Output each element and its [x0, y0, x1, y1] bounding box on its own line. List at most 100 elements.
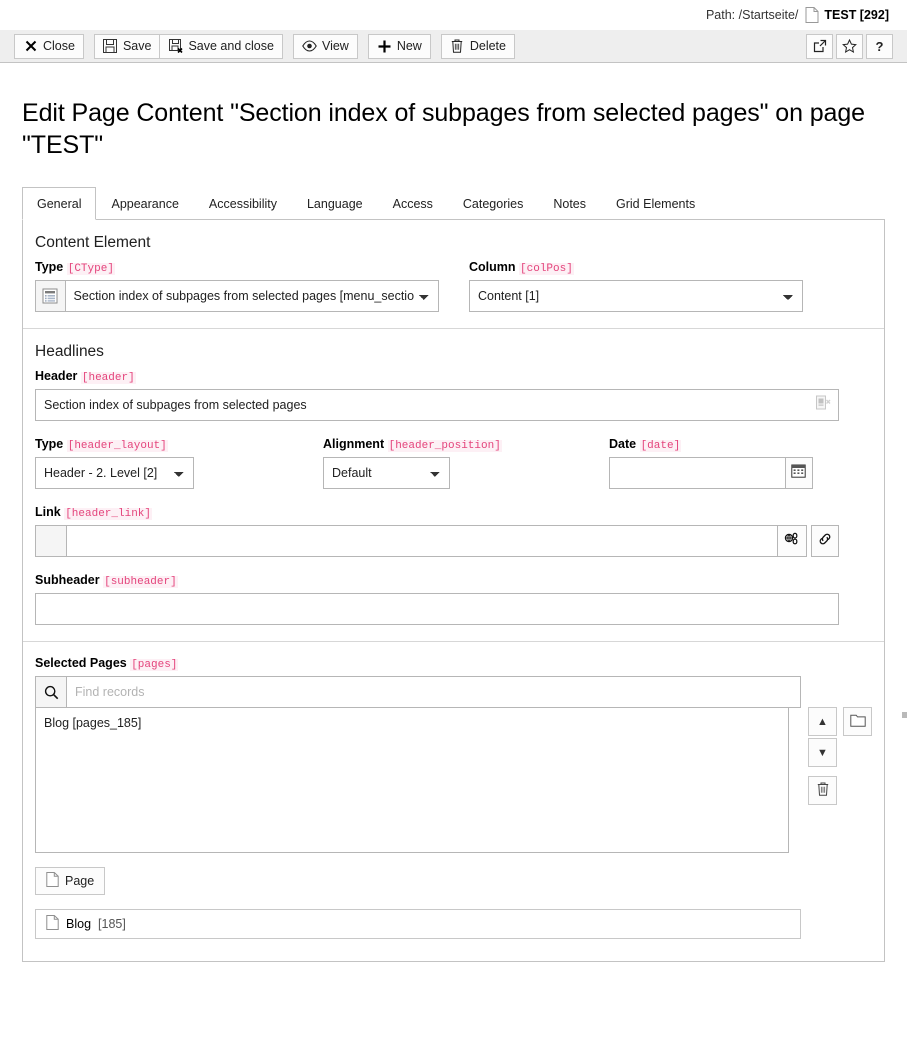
view-button[interactable]: View — [293, 34, 358, 59]
bookmark-button[interactable] — [836, 34, 863, 59]
header-position-select[interactable]: Default — [323, 457, 450, 489]
open-external-icon — [812, 39, 827, 54]
save-and-close-button[interactable]: Save and close — [159, 34, 282, 59]
subheader-input[interactable] — [35, 593, 839, 625]
date-input-group — [609, 457, 813, 489]
close-button-group: Close — [14, 34, 84, 59]
field-header-layout: Type [header_layout] Header - 2. Level [… — [35, 437, 323, 489]
path-record-title: TEST [292] — [824, 8, 889, 22]
selected-pages-listbox[interactable]: Blog [pages_185] — [35, 707, 789, 853]
tab-label: Categories — [463, 197, 523, 211]
add-page-button[interactable]: Page — [35, 867, 105, 895]
save-and-close-icon — [168, 39, 183, 54]
move-down-button[interactable]: ▼ — [808, 738, 837, 767]
eye-icon — [302, 39, 317, 54]
tab-accessibility[interactable]: Accessibility — [194, 187, 292, 220]
arrow-down-icon: ▼ — [817, 747, 828, 759]
selected-pages-browse-controls — [843, 707, 872, 853]
header-link-label-text: Link — [35, 505, 61, 519]
docheader-right-buttons: ? — [806, 34, 893, 59]
tab-access[interactable]: Access — [378, 187, 448, 220]
browse-records-button[interactable] — [843, 707, 872, 736]
header-link-input-group — [35, 525, 839, 557]
date-picker-button[interactable] — [786, 457, 813, 489]
header-link-field-tag: [header_link] — [64, 508, 152, 520]
new-button-label: New — [397, 40, 422, 53]
header-link-input[interactable] — [67, 525, 778, 557]
calendar-icon — [791, 463, 806, 483]
link-toggle-button[interactable] — [811, 525, 839, 557]
header-layout-label-text: Type — [35, 437, 63, 451]
section-content-element: Content Element Type [CType] — [23, 220, 884, 329]
page-doc-icon — [805, 7, 819, 23]
list-item[interactable]: Blog [pages_185] — [44, 714, 780, 732]
tab-grid-elements[interactable]: Grid Elements — [601, 187, 710, 220]
plus-icon — [377, 39, 392, 54]
header-layout-select[interactable]: Header - 2. Level [2] — [35, 457, 194, 489]
document-path-bar: Path: /Startseite/ TEST [292] — [0, 0, 907, 30]
star-icon — [842, 39, 857, 54]
selected-pages-controls: ▲ ▼ — [808, 707, 837, 853]
content-element-row: Type [CType] — [35, 260, 872, 312]
link-wizard-icon — [784, 531, 800, 552]
page-title: Edit Page Content "Section index of subp… — [22, 97, 885, 161]
selected-page-record-row[interactable]: Blog [185] — [35, 909, 801, 939]
save-button-label: Save — [123, 40, 152, 53]
move-up-button[interactable]: ▲ — [808, 707, 837, 736]
save-button[interactable]: Save — [94, 34, 161, 59]
module-body: Edit Page Content "Section index of subp… — [0, 63, 907, 962]
colpos-field-tag: [colPos] — [519, 263, 574, 275]
header-input[interactable] — [35, 389, 839, 421]
tab-language[interactable]: Language — [292, 187, 378, 220]
selected-pages-label: Selected Pages [pages] — [35, 656, 872, 671]
section-content-element-title: Content Element — [35, 234, 872, 252]
selected-pages-field-tag: [pages] — [130, 659, 178, 671]
selected-pages-label-text: Selected Pages — [35, 656, 127, 670]
date-input[interactable] — [609, 457, 786, 489]
field-ctype: Type [CType] — [35, 260, 469, 312]
save-and-close-button-label: Save and close — [188, 40, 273, 53]
selected-pages-wizard: Page — [35, 867, 872, 895]
new-button[interactable]: New — [368, 34, 431, 59]
header-link-prefix-addon — [35, 525, 67, 557]
trash-icon — [450, 39, 465, 54]
scrollbar-thumb[interactable] — [902, 712, 907, 718]
delete-button[interactable]: Delete — [441, 34, 515, 59]
section-headlines-title: Headlines — [35, 343, 872, 361]
subheader-field-tag: [subheader] — [103, 576, 178, 588]
link-browser-button[interactable] — [778, 525, 806, 557]
field-date: Date [date] — [609, 437, 839, 489]
field-header: Header [header] — [35, 369, 872, 421]
header-label-text: Header — [35, 369, 77, 383]
field-subheader: Subheader [subheader] — [35, 573, 872, 625]
delete-button-group: Delete — [441, 34, 515, 59]
tab-categories[interactable]: Categories — [448, 187, 538, 220]
colpos-label: Column [colPos] — [469, 260, 803, 275]
colpos-select[interactable]: Content [1] — [469, 280, 803, 312]
subheader-label-text: Subheader — [35, 573, 100, 587]
ctype-field-tag: [CType] — [67, 263, 115, 275]
find-records-input[interactable] — [67, 676, 801, 708]
selected-pages-list-row: Blog [pages_185] ▲ ▼ — [35, 707, 872, 853]
tab-panel-general: Content Element Type [CType] — [22, 220, 885, 962]
new-button-group: New — [368, 34, 431, 59]
path-label: Path: /Startseite/ — [706, 8, 798, 22]
ctype-select[interactable]: Section index of subpages from selected … — [65, 280, 439, 312]
remove-selected-button[interactable] — [808, 776, 837, 805]
tab-notes[interactable]: Notes — [538, 187, 601, 220]
tab-general[interactable]: General — [22, 187, 96, 220]
header-position-label-text: Alignment — [323, 437, 384, 451]
close-button[interactable]: Close — [14, 34, 84, 59]
section-headlines: Headlines Header [header] — [23, 329, 884, 642]
trash-icon — [817, 782, 829, 799]
page-doc-icon — [46, 915, 59, 933]
save-icon — [103, 39, 118, 54]
subheader-label: Subheader [subheader] — [35, 573, 872, 588]
help-button[interactable]: ? — [866, 34, 893, 59]
chain-link-icon — [817, 531, 833, 552]
form-tab-bar: General Appearance Accessibility Languag… — [22, 187, 885, 220]
open-in-new-window-button[interactable] — [806, 34, 833, 59]
tab-appearance[interactable]: Appearance — [96, 187, 193, 220]
find-records-group — [35, 676, 801, 708]
module-button-bar: Close Save Save and — [0, 30, 907, 63]
